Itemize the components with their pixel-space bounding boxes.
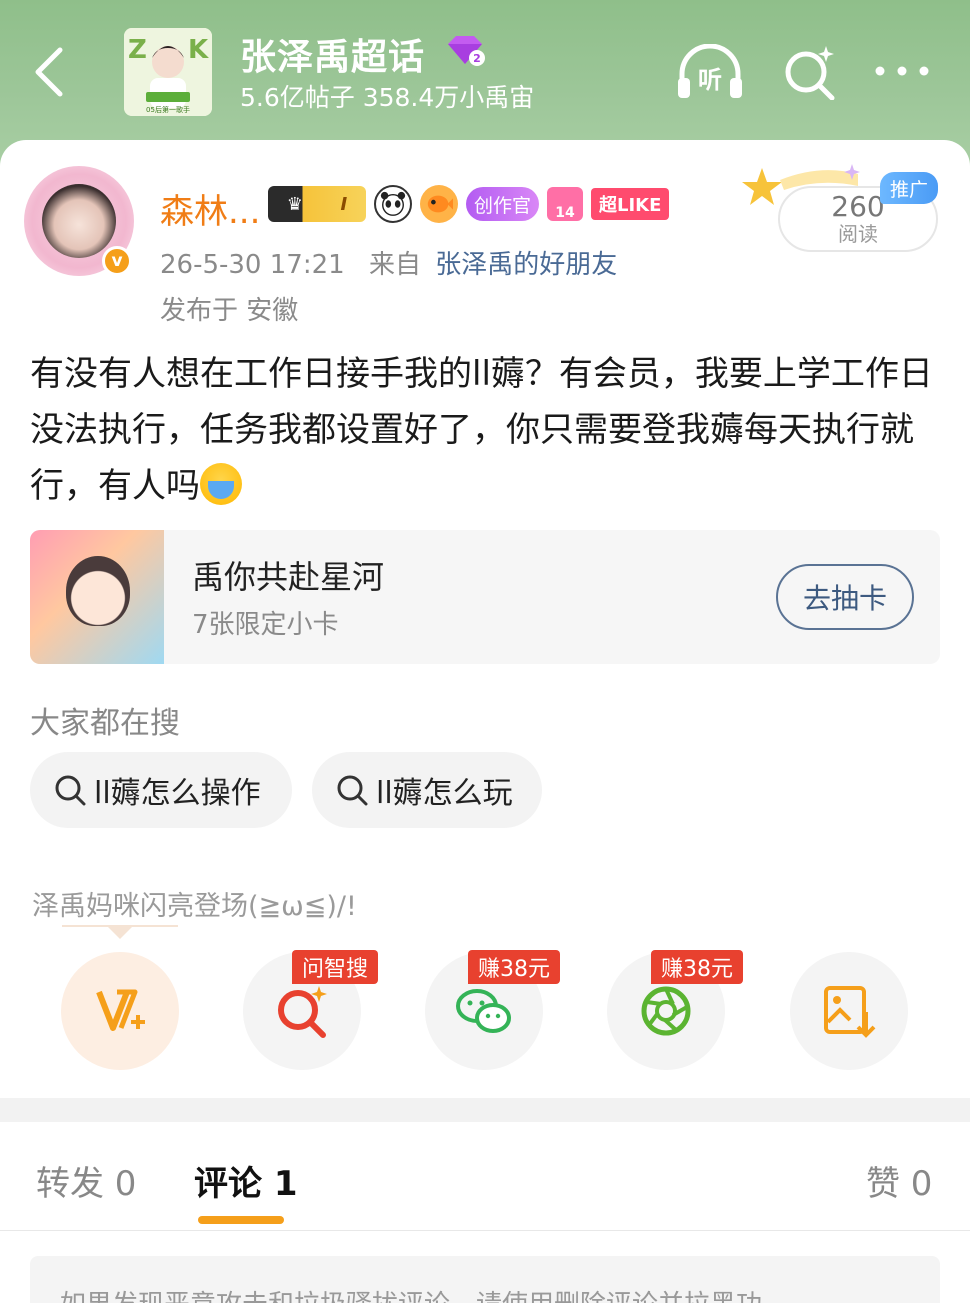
search-icon [337, 775, 368, 806]
comment-notice-text: 如果发现恶意攻击和垃圾骚扰评论，请使用删除评论并拉黑功 [60, 1284, 762, 1303]
panda-badge-icon[interactable] [374, 185, 412, 223]
tab-repost[interactable]: 转发 0 [36, 1156, 136, 1205]
post-source-link[interactable]: 张泽禹的好朋友 [435, 250, 617, 280]
ai-search-button[interactable] [782, 44, 838, 101]
promo-tag[interactable]: 推广 [880, 172, 938, 204]
card-draw-thumbnail [30, 530, 164, 664]
username[interactable]: 森林... [160, 184, 260, 233]
save-image-button[interactable] [790, 952, 908, 1070]
avatar[interactable]: v [24, 166, 134, 276]
vip-level: I [340, 193, 348, 215]
more-options-button[interactable] [874, 58, 930, 84]
svg-text:Z: Z [128, 35, 147, 65]
draw-card-button[interactable]: 去抽卡 [776, 564, 914, 630]
svg-text:05后第一歌手: 05后第一歌手 [146, 105, 190, 114]
crown-icon: ♛ [286, 193, 303, 215]
avatar-image [42, 184, 116, 258]
gem-level-badge[interactable]: 14 [547, 187, 584, 221]
share-to-vplus-button[interactable] [61, 952, 179, 1070]
share-prompt: 泽禹妈咪闪亮登场(≧ω≦)/! [32, 891, 357, 922]
search-suggestion-label: ll薅怎么玩 [376, 776, 513, 811]
read-count: 260 [831, 190, 885, 223]
ellipsis-icon [875, 66, 929, 76]
tab-comment[interactable]: 评论 1 [194, 1156, 298, 1205]
card-draw-banner[interactable]: 禹你共赴星河 7张限定小卡 去抽卡 [30, 530, 940, 664]
wechat-reward-tag: 赚38元 [468, 950, 560, 984]
prompt-pointer-arrow [108, 927, 132, 939]
post-meta: 26-5-30 17:21 来自 张泽禹的好朋友 [160, 244, 617, 281]
svg-text:2: 2 [473, 52, 481, 65]
tabs-divider [0, 1230, 970, 1231]
moments-aperture-icon [641, 986, 691, 1036]
user-badges: ♛ I 创作官 14 超LIKE [268, 184, 670, 224]
tab-like[interactable]: 赞 0 [866, 1156, 932, 1205]
post-timestamp: 26-5-30 17:21 [160, 250, 345, 280]
chevron-left-icon [35, 47, 63, 97]
moments-reward-tag: 赚38元 [651, 950, 743, 984]
ai-search-icon [278, 986, 327, 1038]
diamond-level-icon: 2 [444, 34, 486, 68]
svg-text:听: 听 [698, 66, 722, 94]
wechat-icon [456, 989, 511, 1033]
section-separator [0, 1098, 970, 1122]
card-draw-subtitle: 7张限定小卡 [192, 610, 339, 640]
trending-search-heading: 大家都在搜 [30, 706, 180, 741]
post-content: 有没有人想在工作日接手我的ll薅？有会员，我要上学工作日没法执行，任务我都设置好… [30, 346, 940, 514]
search-icon [55, 775, 86, 806]
search-suggestion-chip[interactable]: ll薅怎么玩 [312, 752, 542, 828]
image-download-icon [824, 986, 876, 1038]
smart-search-tag: 问智搜 [292, 950, 379, 984]
back-button[interactable] [30, 42, 70, 102]
fish-badge-icon[interactable] [420, 185, 458, 223]
vplus-icon [96, 989, 145, 1031]
post-location: 发布于 安徽 [160, 296, 299, 326]
super-like-badge[interactable]: 超LIKE [591, 188, 670, 220]
crying-emoji-icon [200, 463, 242, 505]
search-suggestion-label: ll薅怎么操作 [94, 776, 261, 811]
verified-badge: v [102, 246, 132, 276]
source-prefix: 来自 [368, 250, 421, 280]
sparkle-search-icon [785, 46, 835, 101]
headphones-icon: 听 [678, 43, 742, 98]
comment-notice: 如果发现恶意攻击和垃圾骚扰评论，请使用删除评论并拉黑功 [30, 1256, 940, 1303]
card-draw-title: 禹你共赴星河 [192, 558, 385, 596]
vip-crown-badge[interactable]: ♛ I [268, 186, 366, 222]
search-suggestion-chip[interactable]: ll薅怎么操作 [30, 752, 292, 828]
chibi-character-image [66, 556, 130, 626]
svg-text:K: K [188, 35, 209, 65]
post-text: 有没有人想在工作日接手我的ll薅？有会员，我要上学工作日没法执行，任务我都设置好… [30, 354, 933, 506]
active-tab-indicator [198, 1216, 284, 1224]
creator-badge[interactable]: 创作官 [466, 187, 540, 221]
topic-cover-image[interactable]: Z K 05后第一歌手 [124, 28, 212, 116]
listen-button[interactable]: 听 [676, 43, 744, 100]
topic-stats: 5.6亿帖子 358.4万小禹宙 [240, 83, 535, 112]
topic-title: 张泽禹超话 [240, 37, 426, 78]
read-label: 阅读 [838, 222, 878, 246]
